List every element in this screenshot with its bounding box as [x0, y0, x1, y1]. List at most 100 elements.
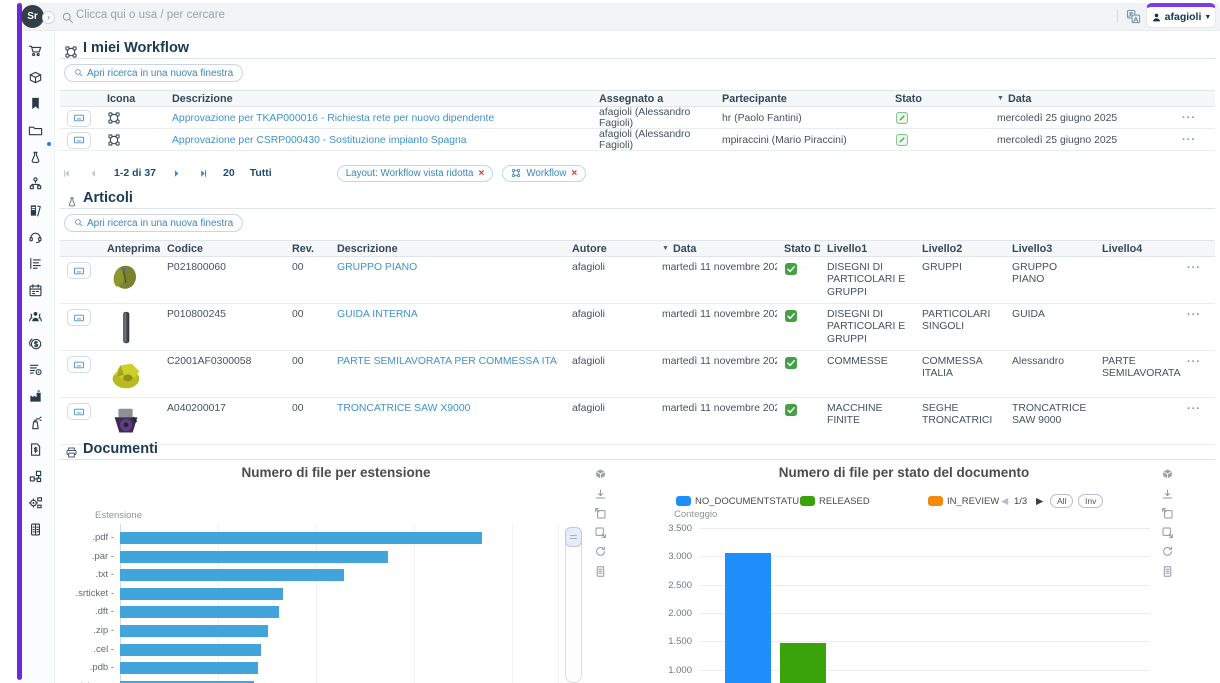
expand-row-button[interactable]: [67, 132, 91, 149]
legend-label[interactable]: NO_DOCUMENTSTATUS: [695, 496, 805, 507]
table-row[interactable]: Approvazione per CSRP000430 - Sostituzio…: [60, 129, 1215, 151]
sidebar-item-folder[interactable]: [28, 122, 44, 138]
column-header[interactable]: Stato: [888, 91, 990, 106]
sidebar-item-invoice-document[interactable]: [28, 441, 44, 457]
row-actions-button[interactable]: ···: [1187, 309, 1201, 322]
row-actions-button[interactable]: ···: [1187, 262, 1201, 275]
table-row[interactable]: A04020001700TRONCATRICE SAW X9000afagiol…: [60, 398, 1215, 445]
language-icon[interactable]: [1126, 8, 1141, 26]
sidebar-item-cart[interactable]: [28, 42, 44, 58]
bar-srticket[interactable]: [120, 588, 283, 600]
expand-row-button[interactable]: [67, 356, 91, 373]
bar-NO_DOCUMENTSTATUS[interactable]: [725, 553, 771, 683]
chart-zoom-out-button[interactable]: [594, 524, 607, 542]
column-header[interactable]: Livello4: [1095, 241, 1180, 256]
chart-cube-button[interactable]: [594, 466, 607, 484]
expand-row-button[interactable]: [67, 309, 91, 326]
cell-anteprima[interactable]: [100, 351, 160, 397]
column-header[interactable]: Descrizione: [330, 241, 565, 256]
row-actions-button[interactable]: ···: [1187, 403, 1201, 416]
remove-chip-icon[interactable]: ×: [571, 168, 577, 179]
workflow-open-search-button[interactable]: Apri ricerca in una nuova finestra: [64, 64, 243, 82]
item-link[interactable]: TRONCATRICE SAW X9000: [337, 403, 470, 415]
column-header[interactable]: [60, 241, 100, 256]
chart-refresh-button[interactable]: [1161, 543, 1174, 561]
sidebar-item-tree-list[interactable]: [28, 255, 44, 271]
bar-pdf[interactable]: [120, 532, 482, 544]
column-header[interactable]: [1175, 91, 1215, 106]
column-header[interactable]: [60, 91, 100, 106]
articoli-open-search-button[interactable]: Apri ricerca in una nuova finestra: [64, 214, 243, 232]
expand-row-button[interactable]: [67, 110, 91, 127]
chart-dataview-button[interactable]: [594, 563, 607, 581]
app-logo[interactable]: Sr: [21, 5, 44, 28]
remove-chip-icon[interactable]: ×: [478, 168, 484, 179]
column-header[interactable]: Stato Doc: [777, 241, 820, 256]
last-page-icon[interactable]: [197, 167, 208, 179]
row-actions-button[interactable]: ···: [1182, 112, 1196, 124]
sidebar-item-archive[interactable]: [28, 202, 44, 218]
legend-inverse-button[interactable]: Inv: [1078, 494, 1103, 508]
expand-row-button[interactable]: [67, 262, 91, 279]
legend-all-button[interactable]: All: [1050, 494, 1073, 508]
sidebar-item-flask[interactable]: [28, 148, 44, 164]
legend-prev-icon[interactable]: ◀: [1001, 496, 1008, 507]
column-header[interactable]: Anteprima: [100, 241, 160, 256]
chart-zoom-slider[interactable]: [565, 527, 582, 683]
sidebar-item-package[interactable]: [28, 69, 44, 85]
column-header[interactable]: Codice: [160, 241, 285, 256]
column-header[interactable]: Icona: [100, 91, 165, 106]
column-header[interactable]: Assegnato a: [592, 91, 715, 106]
chart-refresh-button[interactable]: [594, 543, 607, 561]
bar-dft[interactable]: [120, 606, 279, 618]
bar-txt[interactable]: [120, 569, 344, 581]
column-header[interactable]: ▼Data: [990, 91, 1175, 106]
legend-swatch[interactable]: [800, 496, 815, 506]
sidebar-expand-button[interactable]: ›: [42, 11, 55, 24]
legend-swatch[interactable]: [676, 496, 691, 506]
bar-RELEASED[interactable]: [780, 643, 826, 683]
column-header[interactable]: Rev.: [285, 241, 330, 256]
sidebar-item-machine-settings[interactable]: [28, 494, 44, 510]
legend-label[interactable]: IN_REVIEW: [947, 496, 999, 507]
chart-zoom-in-button[interactable]: [594, 505, 607, 523]
column-header[interactable]: Livello2: [915, 241, 1005, 256]
first-page-icon[interactable]: [62, 167, 73, 179]
cell-anteprima[interactable]: [100, 304, 160, 350]
table-row[interactable]: C2001AF030005800PARTE SEMILAVORATA PER C…: [60, 351, 1215, 398]
column-header[interactable]: ▼Data: [655, 241, 777, 256]
sidebar-item-team[interactable]: [28, 308, 44, 324]
cell-anteprima[interactable]: [100, 398, 160, 444]
bar-zip[interactable]: [120, 625, 268, 637]
sidebar-item-support-headset[interactable]: [28, 228, 44, 244]
legend-next-icon[interactable]: ▶: [1036, 496, 1043, 507]
table-row[interactable]: P02180006000GRUPPO PIANOafagiolimartedì …: [60, 257, 1215, 304]
column-header[interactable]: Descrizione: [165, 91, 592, 106]
item-link[interactable]: GUIDA INTERNA: [337, 309, 418, 321]
table-row[interactable]: Approvazione per TKAP000016 - Richiesta …: [60, 107, 1215, 129]
bar-par[interactable]: [120, 551, 388, 563]
item-link[interactable]: PARTE SEMILAVORATA PER COMMESSA ITALIA N…: [337, 356, 558, 368]
sidebar-item-list-settings[interactable]: [28, 361, 44, 377]
sidebar-item-hierarchy[interactable]: [28, 175, 44, 191]
bar-pdb[interactable]: [120, 662, 258, 674]
bar-cel[interactable]: [120, 644, 261, 656]
previous-page-icon[interactable]: [88, 167, 99, 179]
sidebar-item-document-notes[interactable]: [28, 521, 44, 537]
legend-swatch[interactable]: [928, 496, 943, 506]
table-row[interactable]: P01080024500GUIDA INTERNAafagiolimartedì…: [60, 304, 1215, 351]
chart-zoom-out-button[interactable]: [1161, 524, 1174, 542]
chart-cube-button[interactable]: [1161, 466, 1174, 484]
sidebar-item-spray-tool[interactable]: [28, 414, 44, 430]
chart-dataview-button[interactable]: [1161, 563, 1174, 581]
item-link[interactable]: Approvazione per CSRP000430 - Sostituzio…: [172, 135, 467, 146]
sidebar-item-finance-coin[interactable]: [28, 335, 44, 351]
cell-anteprima[interactable]: [100, 257, 160, 303]
legend-label[interactable]: RELEASED: [819, 496, 870, 507]
page-size-button[interactable]: 20: [223, 167, 235, 179]
global-search-input[interactable]: Clicca qui o usa / per cercare: [76, 9, 225, 21]
expand-row-button[interactable]: [67, 403, 91, 420]
sidebar-item-org-blocks[interactable]: [28, 468, 44, 484]
column-header[interactable]: Livello3: [1005, 241, 1095, 256]
item-link[interactable]: Approvazione per TKAP000016 - Richiesta …: [172, 113, 494, 124]
